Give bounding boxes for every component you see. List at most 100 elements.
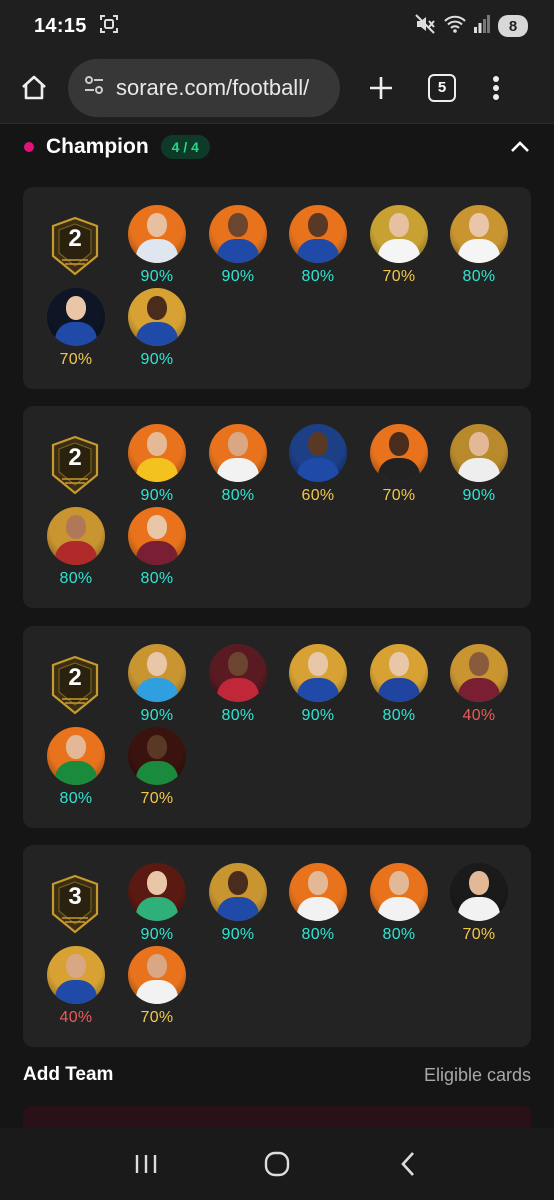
player-card[interactable]: 80% bbox=[286, 205, 350, 286]
player-score-pct: 90% bbox=[462, 487, 496, 504]
team-card[interactable]: 3 90% 90% 80% 80% 70% 40% 70% bbox=[23, 845, 531, 1047]
player-avatar bbox=[289, 424, 347, 482]
browser-toolbar: sorare.com/football/ 5 bbox=[0, 52, 554, 124]
player-avatar bbox=[128, 424, 186, 482]
page-content: Champion 4 / 4 2 90% 90% 80% 70% 80% 70% 90% 2 90… bbox=[0, 124, 554, 1128]
home-icon[interactable] bbox=[18, 72, 50, 104]
player-score-pct: 40% bbox=[462, 707, 496, 724]
player-score-pct: 90% bbox=[221, 926, 255, 943]
level-badge: 2 bbox=[50, 216, 100, 276]
player-card[interactable]: 70% bbox=[44, 288, 108, 369]
player-avatar bbox=[370, 644, 428, 702]
player-avatar bbox=[47, 288, 105, 346]
player-avatar bbox=[450, 424, 508, 482]
level-number: 3 bbox=[68, 883, 82, 910]
player-card[interactable]: 80% bbox=[447, 205, 511, 286]
player-score-pct: 70% bbox=[382, 487, 416, 504]
add-team-title: Add Team bbox=[23, 1064, 114, 1085]
player-card[interactable]: 80% bbox=[44, 727, 108, 808]
more-vert-icon[interactable] bbox=[486, 73, 506, 103]
player-card[interactable]: 90% bbox=[125, 205, 189, 286]
player-avatar bbox=[128, 727, 186, 785]
player-avatar bbox=[370, 424, 428, 482]
address-bar[interactable]: sorare.com/football/ bbox=[68, 58, 340, 117]
player-score-pct: 80% bbox=[59, 570, 93, 587]
mute-icon bbox=[414, 13, 436, 40]
player-score-pct: 90% bbox=[140, 351, 174, 368]
plus-icon[interactable] bbox=[364, 71, 398, 105]
player-card[interactable]: 80% bbox=[44, 507, 108, 588]
nav-home-icon[interactable] bbox=[257, 1144, 297, 1184]
player-card[interactable]: 80% bbox=[286, 863, 350, 944]
player-avatar bbox=[289, 863, 347, 921]
level-badge: 2 bbox=[50, 435, 100, 495]
player-score-pct: 80% bbox=[221, 487, 255, 504]
player-avatar bbox=[209, 205, 267, 263]
section-title: Champion bbox=[46, 135, 149, 158]
player-score-pct: 90% bbox=[140, 487, 174, 504]
player-card[interactable]: 90% bbox=[286, 644, 350, 725]
site-info-icon[interactable] bbox=[82, 73, 106, 102]
team-card[interactable]: 2 90% 80% 60% 70% 90% 80% 80% bbox=[23, 406, 531, 608]
url-text[interactable]: sorare.com/football/ bbox=[116, 75, 309, 101]
team-card[interactable]: 2 90% 80% 90% 80% 40% 80% 70% bbox=[23, 626, 531, 828]
player-card[interactable]: 70% bbox=[125, 946, 189, 1027]
player-avatar bbox=[47, 507, 105, 565]
app-root: 14:15 8 sorare.com/football/ 5 Champion … bbox=[0, 0, 554, 1200]
player-card[interactable]: 70% bbox=[367, 424, 431, 505]
player-score-pct: 80% bbox=[382, 707, 416, 724]
player-card[interactable]: 40% bbox=[447, 644, 511, 725]
player-card[interactable]: 60% bbox=[286, 424, 350, 505]
player-avatar bbox=[128, 946, 186, 1004]
player-avatar bbox=[209, 863, 267, 921]
player-score-pct: 90% bbox=[221, 268, 255, 285]
player-card[interactable]: 70% bbox=[367, 205, 431, 286]
player-score-pct: 80% bbox=[301, 926, 335, 943]
recents-icon[interactable] bbox=[126, 1144, 166, 1184]
player-score-pct: 40% bbox=[59, 1009, 93, 1026]
player-avatar bbox=[128, 205, 186, 263]
team-card[interactable]: 2 90% 90% 80% 70% 80% 70% 90% bbox=[23, 187, 531, 389]
player-avatar bbox=[450, 205, 508, 263]
add-team-card[interactable] bbox=[23, 1106, 531, 1128]
player-card[interactable]: 90% bbox=[206, 863, 270, 944]
chevron-up-icon[interactable] bbox=[508, 135, 532, 159]
player-score-pct: 70% bbox=[59, 351, 93, 368]
player-score-pct: 70% bbox=[140, 1009, 174, 1026]
eligible-cards-link[interactable]: Eligible cards bbox=[424, 1065, 531, 1086]
system-nav-bar bbox=[0, 1128, 554, 1200]
player-score-pct: 80% bbox=[462, 268, 496, 285]
player-card[interactable]: 90% bbox=[125, 288, 189, 369]
player-score-pct: 80% bbox=[301, 268, 335, 285]
player-card[interactable]: 70% bbox=[125, 727, 189, 808]
tab-switcher-button[interactable]: 5 bbox=[428, 73, 456, 102]
player-card[interactable]: 70% bbox=[447, 863, 511, 944]
player-score-pct: 80% bbox=[59, 790, 93, 807]
player-card[interactable]: 40% bbox=[44, 946, 108, 1027]
player-card[interactable]: 80% bbox=[125, 507, 189, 588]
player-avatar bbox=[370, 205, 428, 263]
section-header[interactable]: Champion 4 / 4 bbox=[0, 124, 554, 170]
player-avatar bbox=[209, 424, 267, 482]
player-card[interactable]: 90% bbox=[125, 424, 189, 505]
player-card[interactable]: 90% bbox=[125, 644, 189, 725]
player-card[interactable]: 80% bbox=[206, 644, 270, 725]
player-avatar bbox=[47, 727, 105, 785]
player-card[interactable]: 90% bbox=[447, 424, 511, 505]
battery-badge: 8 bbox=[498, 15, 528, 37]
status-dot bbox=[24, 142, 34, 152]
player-score-pct: 70% bbox=[382, 268, 416, 285]
player-card[interactable]: 90% bbox=[125, 863, 189, 944]
player-score-pct: 80% bbox=[221, 707, 255, 724]
count-badge: 4 / 4 bbox=[160, 135, 210, 159]
player-avatar bbox=[128, 644, 186, 702]
back-icon[interactable] bbox=[388, 1144, 428, 1184]
player-avatar bbox=[450, 863, 508, 921]
player-score-pct: 90% bbox=[140, 707, 174, 724]
player-card[interactable]: 90% bbox=[206, 205, 270, 286]
player-card[interactable]: 80% bbox=[206, 424, 270, 505]
player-card[interactable]: 80% bbox=[367, 863, 431, 944]
player-card[interactable]: 80% bbox=[367, 644, 431, 725]
player-score-pct: 70% bbox=[140, 790, 174, 807]
status-time: 14:15 bbox=[34, 14, 87, 37]
